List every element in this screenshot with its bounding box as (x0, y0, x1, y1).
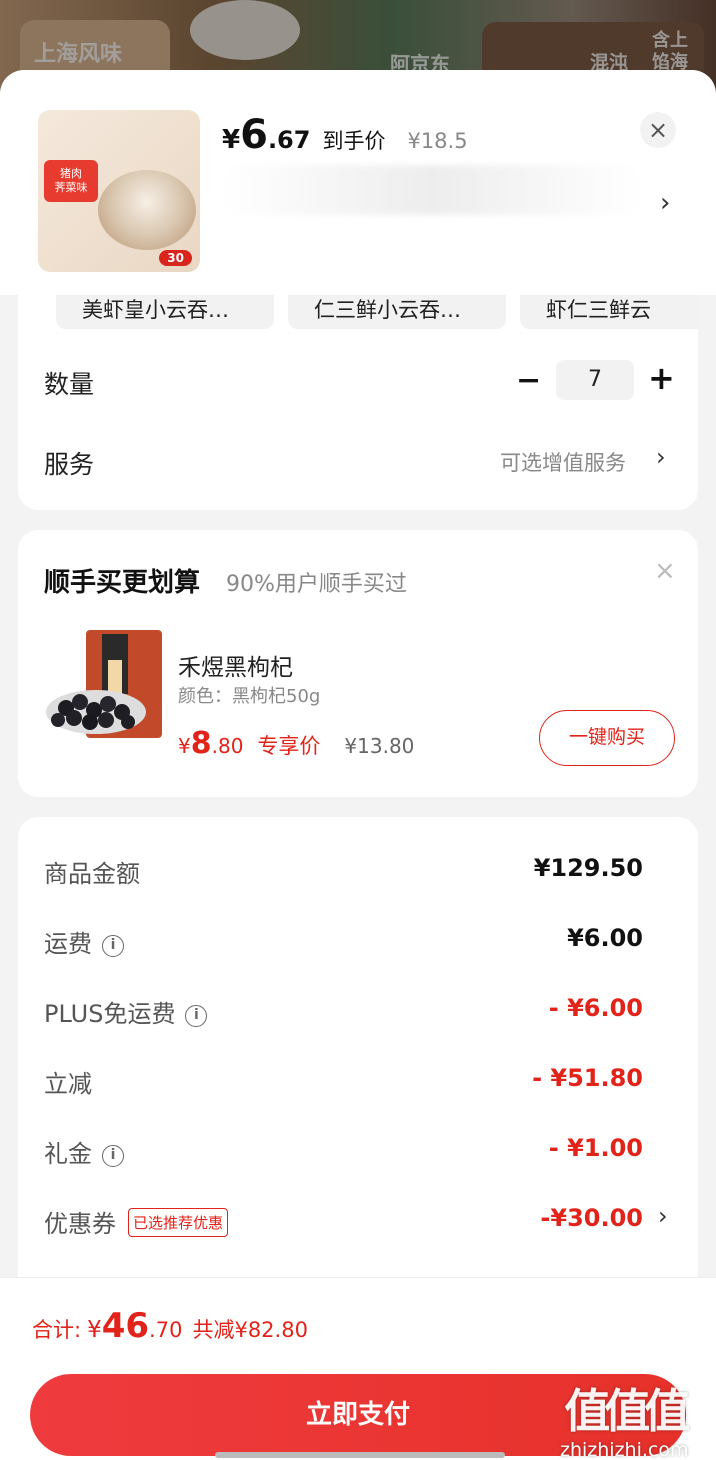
price-currency: ¥ (222, 125, 241, 155)
summary-value: - ¥6.00 (548, 994, 643, 1022)
summary-row: 立减 - ¥51.80 (18, 1060, 698, 1100)
info-icon[interactable]: i (185, 1005, 208, 1027)
original-price: ¥18.5 (407, 129, 468, 153)
summary-value: ¥129.50 (533, 854, 643, 882)
addon-subtitle: 90%用户顺手买过 (226, 572, 407, 597)
product-title-blurred (222, 165, 642, 215)
total-currency: ¥ (87, 1317, 102, 1343)
summary-value: ¥6.00 (567, 924, 643, 952)
service-label: 服务 (44, 450, 95, 479)
one-click-buy-button[interactable]: 一键购买 (539, 710, 675, 766)
price-decimal: .67 (267, 126, 311, 154)
price-integer: 6 (240, 112, 268, 158)
summary-value: - ¥1.00 (548, 1134, 643, 1162)
addon-card: 顺手买更划算 90%用户顺手买过 × 禾煜黑枸杞 颜色：黑枸杞50g ¥ 8 .… (18, 530, 698, 797)
chevron-right-icon[interactable]: › (660, 188, 670, 218)
summary-row: 礼金 i - ¥1.00 (18, 1130, 698, 1170)
summary-label-text: PLUS免运费 (44, 1000, 176, 1028)
checkout-sheet: 猪肉 荠菜味 30 ¥ 6 .67 到手价 ¥18.5 × › 美虾皇小云吞… … (0, 70, 716, 1460)
summary-label: 礼金 i (44, 1134, 124, 1169)
summary-label-text: 运费 (44, 930, 92, 958)
price-label: 到手价 (322, 129, 386, 153)
summary-row: 商品金额 ¥129.50 (18, 850, 698, 890)
summary-label-text: 礼金 (44, 1140, 92, 1168)
watermark-logo: 值值值 (564, 1384, 690, 1438)
addon-variant: 颜色：黑枸杞50g (178, 686, 321, 707)
plus-icon[interactable]: + (648, 359, 675, 397)
close-icon[interactable]: × (640, 112, 676, 148)
addon-price-decimal: .80 (211, 734, 244, 758)
summary-row: 运费 i ¥6.00 (18, 920, 698, 960)
total-integer: 46 (101, 1306, 150, 1346)
thumb-badge: 30 (159, 250, 192, 266)
summary-value: - ¥51.80 (532, 1064, 643, 1092)
options-card: 美虾皇小云吞… 仁三鲜小云吞… 虾仁三鲜云 数量 − 7 + 服务 可选增值服务… (18, 295, 698, 510)
summary-value: -¥30.00 (540, 1204, 643, 1232)
summary-label-text: 优惠券 (44, 1210, 116, 1238)
quantity-input[interactable]: 7 (556, 360, 634, 400)
summary-label: 立减 (44, 1070, 92, 1098)
thumb-flavor-tag: 猪肉 荠菜味 (44, 160, 98, 202)
quantity-label: 数量 (44, 370, 95, 399)
thumb-bowl-image (98, 170, 196, 250)
watermark: 值值值 zhizhizhi.com (560, 1375, 690, 1460)
product-header: 猪肉 荠菜味 30 ¥ 6 .67 到手价 ¥18.5 × › (0, 70, 716, 295)
variant-chip[interactable]: 美虾皇小云吞… (56, 295, 274, 329)
product-thumbnail: 猪肉 荠菜味 30 (38, 110, 200, 272)
watermark-site: zhizhizhi.com (560, 1439, 689, 1460)
summary-row: PLUS免运费 i - ¥6.00 (18, 990, 698, 1030)
total-decimal: .70 (149, 1318, 183, 1342)
coupon-row[interactable]: 优惠券 已选推荐优惠 -¥30.00 › (18, 1200, 698, 1240)
product-price: ¥ 6 .67 到手价 ¥18.5 (222, 112, 468, 158)
info-icon[interactable]: i (102, 1145, 124, 1167)
close-icon[interactable]: × (654, 556, 676, 586)
addon-price-label: 专享价 (257, 734, 321, 758)
total-saved: 共减¥82.80 (192, 1318, 308, 1342)
coupon-tag: 已选推荐优惠 (128, 1208, 229, 1237)
variant-chip[interactable]: 仁三鲜小云吞… (288, 295, 506, 329)
service-value[interactable]: 可选增值服务 (500, 447, 626, 477)
addon-product-image[interactable] (44, 630, 164, 740)
home-indicator[interactable] (215, 1452, 505, 1458)
info-icon[interactable]: i (102, 935, 124, 957)
addon-price: ¥ 8 .80 专享价 ¥13.80 (178, 726, 414, 761)
chevron-right-icon[interactable]: › (658, 1202, 668, 1230)
addon-price-integer: 8 (190, 726, 212, 761)
addon-title: 顺手买更划算 (44, 568, 201, 598)
summary-label: PLUS免运费 i (44, 994, 208, 1029)
order-total: 合计: ¥ 46 .70 共减¥82.80 (32, 1306, 308, 1346)
minus-icon[interactable]: − (516, 363, 541, 398)
order-summary: 商品金额 ¥129.50 运费 i ¥6.00 PLUS免运费 i - ¥6.00 … (18, 817, 698, 1317)
addon-original-price: ¥13.80 (344, 734, 415, 758)
addon-name[interactable]: 禾煜黑枸杞 (178, 648, 293, 682)
variant-chip[interactable]: 虾仁三鲜云 (520, 295, 698, 329)
summary-label: 商品金额 (44, 860, 140, 888)
summary-label: 运费 i (44, 924, 124, 959)
chevron-right-icon[interactable]: › (656, 443, 666, 471)
addon-price-currency: ¥ (178, 734, 191, 758)
summary-label: 优惠券 已选推荐优惠 (44, 1204, 229, 1239)
total-label: 合计: (32, 1318, 82, 1342)
